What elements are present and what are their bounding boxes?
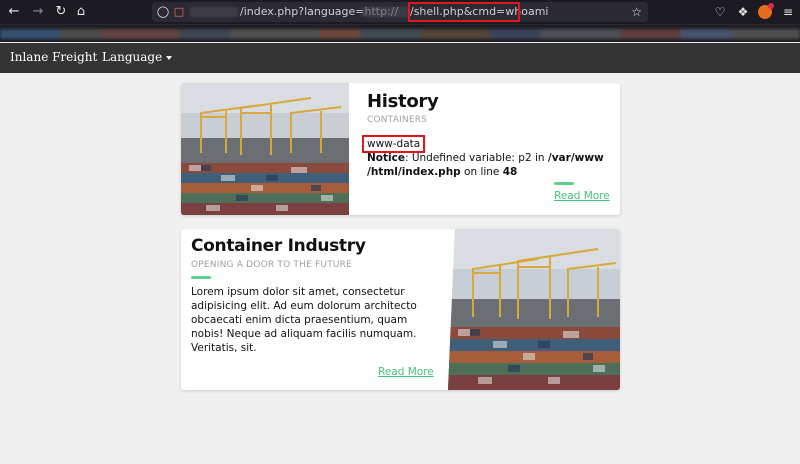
- port-illustration: [181, 83, 349, 215]
- caret-down-icon: [166, 55, 173, 60]
- card-title: History: [367, 91, 439, 112]
- accent-bar: [554, 182, 574, 185]
- read-more-link[interactable]: Read More: [378, 366, 434, 378]
- notice-line: 48: [502, 166, 518, 178]
- menu-icon[interactable]: ≡: [780, 3, 796, 21]
- php-notice: Notice: Undefined variable: p2 in /var/w…: [367, 151, 617, 179]
- redacted-bookmarks: [0, 29, 800, 39]
- card-subtitle: OPENING A DOOR TO THE FUTURE: [191, 260, 353, 270]
- accent-bar: [191, 276, 211, 279]
- port-image: [448, 229, 620, 390]
- url-highlight-box: [408, 2, 520, 22]
- address-bar[interactable]: ◯ □ /index.php?language=http:// /shell.p…: [152, 2, 648, 22]
- bookmarks-toolbar: [0, 24, 800, 42]
- card-body: Lorem ipsum dolor sit amet, consectetur …: [191, 286, 417, 354]
- lock-insecure-icon[interactable]: □: [172, 5, 186, 19]
- port-image: [181, 83, 349, 215]
- card-subtitle: CONTAINERS: [367, 115, 428, 125]
- card-title: Container Industry: [191, 236, 366, 256]
- port-illustration: [448, 229, 620, 390]
- notice-text: : Undefined variable: p2 in: [404, 152, 548, 164]
- site-navbar: Inlane Freight Language: [0, 43, 800, 73]
- back-icon[interactable]: ←: [5, 3, 23, 21]
- redacted-host: [190, 7, 238, 17]
- forward-icon[interactable]: →: [29, 3, 47, 21]
- account-icon[interactable]: [758, 3, 774, 19]
- reload-icon[interactable]: ↻: [52, 3, 70, 21]
- language-dropdown[interactable]: Language: [102, 50, 173, 64]
- brand-link[interactable]: Inlane Freight: [10, 50, 97, 64]
- language-label: Language: [102, 50, 163, 64]
- browser-toolbar: ← → ↻ ⌂ ◯ □ /index.php?language=http:// …: [0, 0, 800, 24]
- pocket-icon[interactable]: ♡: [712, 3, 728, 21]
- star-icon[interactable]: ☆: [631, 5, 642, 19]
- shield-icon[interactable]: ◯: [156, 5, 170, 19]
- container-industry-card: Container Industry OPENING A DOOR TO THE…: [181, 229, 620, 390]
- history-card: History CONTAINERS www-data Notice: Unde…: [181, 83, 620, 215]
- home-icon[interactable]: ⌂: [72, 3, 90, 21]
- notice-label: Notice: [367, 152, 405, 164]
- notice-suffix: on line: [460, 166, 503, 178]
- extensions-icon[interactable]: ❖: [735, 3, 751, 21]
- redacted-attacker-host: [362, 7, 408, 17]
- read-more-link[interactable]: Read More: [554, 190, 610, 202]
